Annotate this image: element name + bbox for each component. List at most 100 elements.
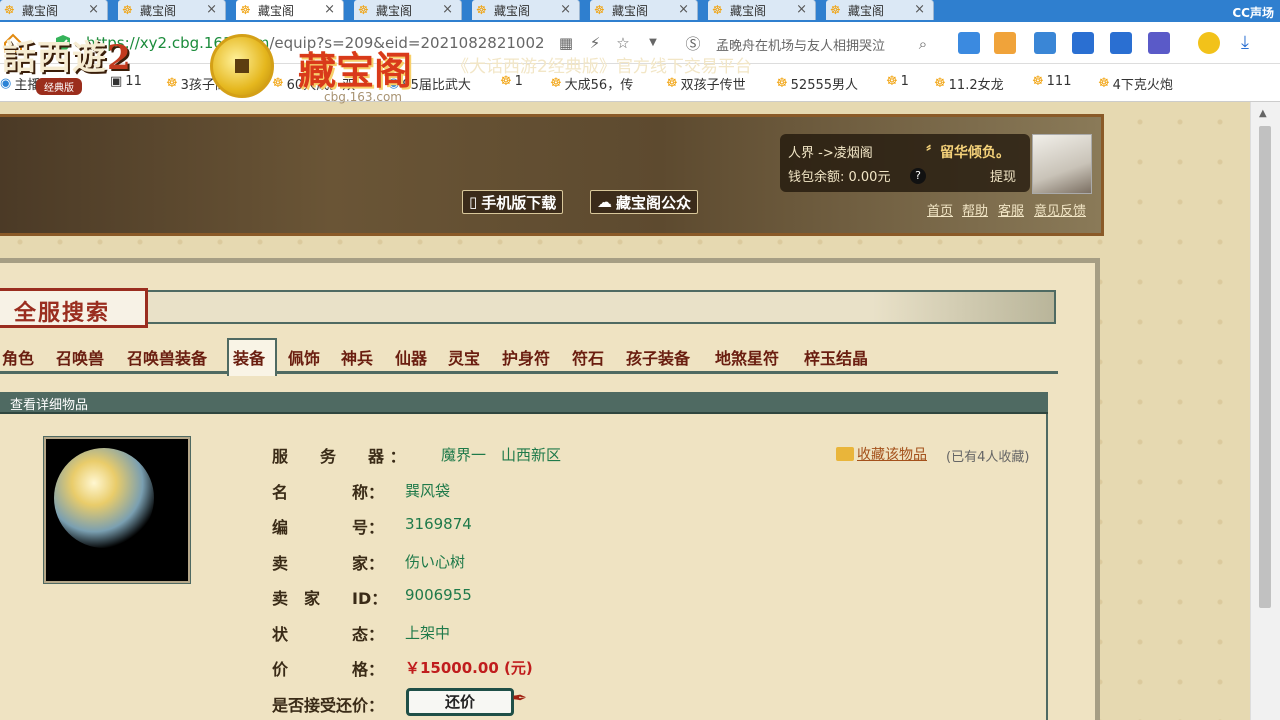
extension-icon[interactable] — [958, 32, 980, 54]
name-value: 巽风袋 — [405, 482, 451, 500]
wechat-account-label: 藏宝阁公众 — [616, 193, 692, 212]
bookmark-item[interactable]: ☸ 111 — [1032, 74, 1071, 89]
service-link[interactable]: 客服 — [998, 200, 1024, 219]
download-icon[interactable]: ⤓ — [1234, 32, 1256, 54]
close-tab-icon[interactable]: × — [206, 2, 217, 17]
wechat-account-button[interactable]: ☁ 藏宝阁公众 — [590, 190, 699, 214]
help-link[interactable]: 帮助 — [962, 200, 988, 219]
grid-icon[interactable]: ▦ — [557, 34, 575, 52]
scissors-icon[interactable] — [1148, 32, 1170, 54]
tab-amulet[interactable]: 护身符 — [502, 345, 550, 369]
scrollbar[interactable]: ▲ — [1250, 102, 1280, 720]
close-tab-icon[interactable]: × — [678, 2, 689, 17]
number-value: 3169874 — [405, 515, 472, 533]
bookmark-icon: ☸ — [886, 74, 898, 89]
number-label: 编 号： — [272, 518, 385, 537]
browser-tab[interactable]: ☸ 藏宝阁 × — [354, 0, 462, 20]
bookmark-label: 1 — [900, 74, 909, 89]
tab-star-talisman[interactable]: 地煞星符 — [715, 345, 779, 369]
user-panel: 人界 ->凌烟阁 〞留华倾负。 钱包余额: 0.00元 ? 提现 — [780, 134, 1030, 192]
notes-icon[interactable] — [1110, 32, 1132, 54]
wechat-icon: ☁ — [597, 193, 612, 211]
browser-tab[interactable]: ☸ 藏宝阁 × — [0, 0, 108, 20]
close-tab-icon[interactable]: × — [324, 2, 335, 17]
tab-beast-equipment[interactable]: 召唤兽装备 — [127, 345, 207, 369]
tab-summon-beast[interactable]: 召唤兽 — [56, 345, 104, 369]
site-favicon-icon: ☸ — [594, 3, 605, 17]
coin-logo-icon — [210, 34, 274, 98]
site-favicon-icon: ☸ — [122, 3, 133, 17]
user-name: 〞留华倾负。 — [926, 145, 1010, 161]
site-slogan: 《大话西游2经典版》官方线下交易平台 — [452, 57, 752, 77]
browser-tab[interactable]: ☸ 藏宝阁 × — [708, 0, 816, 20]
bookmark-icon: ☸ — [166, 76, 178, 91]
close-tab-icon[interactable]: × — [442, 2, 453, 17]
tab-accessory[interactable]: 佩饰 — [288, 345, 320, 369]
scroll-up-icon[interactable]: ▲ — [1259, 108, 1267, 119]
lightning-icon[interactable]: ⚡ — [586, 34, 604, 52]
help-icon[interactable]: ? — [910, 168, 926, 184]
tab-label: 藏宝阁 — [140, 3, 177, 18]
chevron-down-icon[interactable]: ▼ — [644, 34, 662, 52]
translate-icon[interactable] — [1034, 32, 1056, 54]
browser-tab[interactable]: ☸ 藏宝阁 × — [472, 0, 580, 20]
scroll-thumb[interactable] — [1259, 126, 1271, 608]
word-icon[interactable] — [1072, 32, 1094, 54]
bookmark-item[interactable]: ☸ 52555男人 — [776, 74, 858, 93]
tab-spirit-treasure[interactable]: 灵宝 — [448, 345, 480, 369]
favorite-link[interactable]: 收藏该物品 — [836, 444, 927, 464]
tab-rune-stone[interactable]: 符石 — [572, 345, 604, 369]
close-tab-icon[interactable]: × — [796, 2, 807, 17]
bookmark-item[interactable]: ☸ 11.2女龙 — [934, 74, 1004, 93]
tab-label: 藏宝阁 — [494, 3, 531, 18]
home-link[interactable]: 首页 — [927, 200, 953, 219]
browser-tab[interactable]: ☸ 藏宝阁 × — [118, 0, 226, 20]
tab-label: 藏宝阁 — [376, 3, 413, 18]
site-favicon-icon: ☸ — [358, 3, 369, 17]
close-tab-icon[interactable]: × — [88, 2, 99, 17]
server-label: 服 务 器 ： — [272, 447, 406, 466]
bookmark-item[interactable]: ☸ 1 — [886, 74, 909, 89]
site-favicon-icon: ☸ — [830, 3, 841, 17]
game-edition-badge: 经典版 — [36, 78, 82, 95]
game-logo[interactable]: 話西遊2 — [2, 30, 132, 79]
browser-tab[interactable]: ☸ 藏宝阁 × — [590, 0, 698, 20]
bargain-label: 是否接受还价： — [272, 696, 385, 715]
tab-divine-weapon[interactable]: 神兵 — [341, 345, 373, 369]
close-tab-icon[interactable]: × — [560, 2, 571, 17]
tab-label: 藏宝阁 — [848, 3, 885, 18]
detail-header: 查看详细物品 — [0, 392, 1048, 414]
bookmark-label: 11.2女龙 — [948, 78, 1004, 93]
browser-tab[interactable]: ☸ 藏宝阁 × — [826, 0, 934, 20]
mobile-download-label: 手机版下载 — [481, 193, 557, 212]
bookmark-icon: ☸ — [1098, 76, 1110, 91]
bargain-button[interactable]: 还价 — [406, 688, 514, 716]
tab-equipment[interactable]: 装备 — [233, 345, 265, 369]
withdraw-link[interactable]: 提现 — [990, 166, 1016, 185]
bookmark-icon: ☸ — [1032, 74, 1044, 89]
tab-label: 藏宝阁 — [22, 3, 59, 18]
feedback-link[interactable]: 意见反馈 — [1034, 200, 1086, 219]
bookmark-item[interactable]: ☸ 4下克火炮 — [1098, 74, 1173, 93]
price-value: ￥15000.00 (元) — [405, 659, 533, 677]
tab-immortal-item[interactable]: 仙器 — [395, 345, 427, 369]
avatar[interactable] — [1032, 134, 1092, 194]
bookmark-label: 4下克火炮 — [1112, 78, 1173, 93]
tab-child-equipment[interactable]: 孩子装备 — [626, 345, 690, 369]
star-icon[interactable]: ☆ — [614, 34, 632, 52]
search-title-box: 全服搜索 — [0, 288, 148, 328]
close-tab-icon[interactable]: × — [914, 2, 925, 17]
tab-role[interactable]: 角色 — [2, 345, 34, 369]
item-bag-icon — [54, 448, 154, 548]
mobile-download-button[interactable]: ▯ 手机版下载 — [462, 190, 564, 214]
key-icon[interactable] — [994, 32, 1016, 54]
bookmark-label: 52555男人 — [790, 78, 859, 93]
tab-jade-crystal[interactable]: 梓玉结晶 — [804, 345, 868, 369]
site-favicon-icon: ☸ — [240, 3, 251, 17]
name-label: 名 称： — [272, 483, 385, 502]
browser-tab-active[interactable]: ☸ 藏宝阁 × — [236, 0, 344, 20]
menu-icon[interactable] — [1198, 32, 1220, 54]
search-icon[interactable]: ⌕ — [914, 35, 932, 53]
seller-value: 伤い心树 — [405, 553, 466, 571]
site-favicon-icon: ☸ — [4, 3, 15, 17]
